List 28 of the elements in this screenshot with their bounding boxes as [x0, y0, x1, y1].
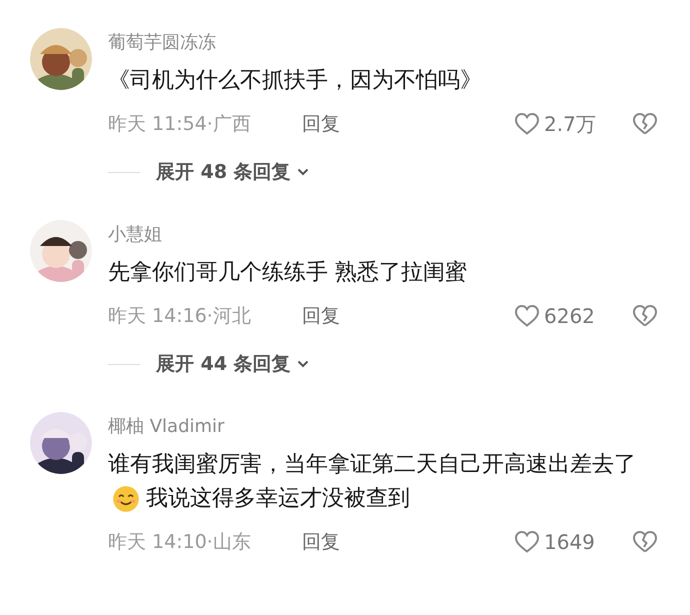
broken-heart-icon[interactable]: [632, 112, 658, 136]
like-button[interactable]: 2.7万: [514, 110, 632, 138]
heart-icon: [514, 304, 540, 328]
broken-heart-icon[interactable]: [632, 304, 658, 328]
reply-button[interactable]: 回复: [302, 111, 340, 137]
chevron-down-icon: [296, 360, 309, 368]
comment-text: 差去了: [570, 451, 636, 479]
smile-emoji-icon: [112, 485, 140, 513]
comment-time: 昨天 14:10·山东: [108, 530, 252, 555]
comment-time: 昨天 11:54·广西: [108, 112, 252, 137]
comment-text: 《司机为什么不抓扶手，因为不怕吗》: [108, 67, 482, 95]
chevron-down-icon: [296, 168, 309, 176]
reply-button[interactable]: 回复: [302, 303, 340, 329]
reply-button[interactable]: 回复: [302, 529, 340, 555]
comment-time: 昨天 14:16·河北: [108, 304, 252, 329]
heart-icon: [514, 112, 540, 136]
heart-icon: [514, 530, 540, 554]
comment-text: 我说这得多幸运才没被查到: [146, 485, 410, 513]
like-button[interactable]: 1649: [514, 530, 632, 554]
expand-replies-button[interactable]: 展开 44 条回复: [156, 351, 309, 377]
user-name[interactable]: 椰柚 Vladimir: [108, 414, 224, 440]
expand-replies-button[interactable]: 展开 48 条回复: [156, 159, 309, 185]
user-name[interactable]: 小慧姐: [108, 222, 162, 248]
comment-text: 谁有我闺蜜厉害，当年拿证第二天自己开高速出: [108, 451, 570, 479]
comment-text: 先拿你们哥几个练练手 熟悉了拉闺蜜: [108, 259, 467, 287]
user-name[interactable]: 葡萄芋圆冻冻: [108, 30, 216, 56]
broken-heart-icon[interactable]: [632, 530, 658, 554]
like-button[interactable]: 6262: [514, 304, 632, 328]
